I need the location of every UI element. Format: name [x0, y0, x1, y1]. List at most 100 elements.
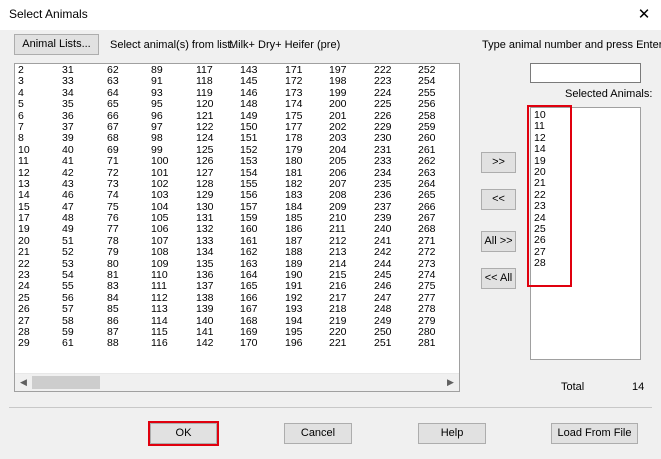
- animal-list-item[interactable]: 251: [374, 337, 414, 349]
- animal-list-item[interactable]: 4: [18, 87, 58, 99]
- animal-list-item[interactable]: 108: [151, 246, 191, 258]
- animal-list-item[interactable]: 129: [196, 189, 236, 201]
- animal-list-item[interactable]: 167: [240, 303, 280, 315]
- animal-list-item[interactable]: 196: [285, 337, 325, 349]
- animal-list-item[interactable]: 180: [285, 155, 325, 167]
- ok-highlight-box: [148, 421, 219, 446]
- animal-list-item[interactable]: 6: [18, 110, 58, 122]
- animal-list-item[interactable]: 85: [107, 303, 147, 315]
- animal-list-item[interactable]: 71: [107, 155, 147, 167]
- animal-list-item[interactable]: 103: [151, 189, 191, 201]
- animal-list-item[interactable]: 139: [196, 303, 236, 315]
- animal-list-item[interactable]: 272: [418, 246, 458, 258]
- close-icon[interactable]: ✕: [627, 0, 661, 30]
- animal-list-item[interactable]: 233: [374, 155, 414, 167]
- animal-list-item[interactable]: 242: [374, 246, 414, 258]
- animal-list-item[interactable]: 205: [329, 155, 369, 167]
- animal-list-item[interactable]: 162: [240, 246, 280, 258]
- title-bar: Select Animals ✕: [0, 0, 661, 30]
- cancel-button[interactable]: Cancel: [284, 423, 352, 444]
- scroll-thumb[interactable]: [32, 376, 100, 389]
- remove-all-button[interactable]: << All: [481, 268, 516, 289]
- animal-list-item[interactable]: 281: [418, 337, 458, 349]
- animal-list-item[interactable]: 221: [329, 337, 369, 349]
- select-from-label: Select animal(s) from list:: [110, 39, 234, 51]
- horizontal-scrollbar[interactable]: ◀ ▶: [15, 373, 459, 391]
- animal-list-item[interactable]: 208: [329, 189, 369, 201]
- animal-list-item[interactable]: 248: [374, 303, 414, 315]
- animal-column: 222 223 224 225 226 229 230 231 233 234 235 236 237 2…: [374, 64, 414, 350]
- animal-list-item[interactable]: 5: [18, 98, 58, 110]
- animal-column: 62 63 64 65 66 67 68 69 71 72 73 74 75 76 77 78 79 80 81 83…: [107, 64, 147, 350]
- animal-lists-button[interactable]: Animal Lists...: [14, 34, 99, 55]
- animal-list-item[interactable]: 134: [196, 246, 236, 258]
- animal-list-item[interactable]: 142: [196, 337, 236, 349]
- animal-list-item[interactable]: 26: [18, 303, 58, 315]
- animal-list-item[interactable]: 2: [18, 64, 58, 76]
- help-button[interactable]: Help: [418, 423, 486, 444]
- animal-column: 171 172 173 174 175 177 178 179 180 181 182 183 184 1…: [285, 64, 325, 350]
- animal-list-item[interactable]: 52: [62, 246, 102, 258]
- load-from-file-button[interactable]: Load From File: [551, 423, 638, 444]
- add-selected-button[interactable]: >>: [481, 152, 516, 173]
- animal-list-item[interactable]: 262: [418, 155, 458, 167]
- animal-list-item[interactable]: 126: [196, 155, 236, 167]
- animal-list-item[interactable]: 7: [18, 121, 58, 133]
- animal-list-item[interactable]: 256: [418, 98, 458, 110]
- animal-list-item[interactable]: 188: [285, 246, 325, 258]
- animal-list-item[interactable]: 41: [62, 155, 102, 167]
- animal-list-item[interactable]: 183: [285, 189, 325, 201]
- animal-column: 117 118 119 120 121 122 124 125 126 127 128 129 130 1…: [196, 64, 236, 350]
- animal-list-item[interactable]: 88: [107, 337, 147, 349]
- animal-list-item[interactable]: 95: [151, 98, 191, 110]
- total-label: Total: [561, 381, 585, 393]
- animal-list-item[interactable]: 116: [151, 337, 191, 349]
- animal-list-item[interactable]: 57: [62, 303, 102, 315]
- divider: [9, 407, 652, 408]
- animal-list-item[interactable]: 113: [151, 303, 191, 315]
- animal-column: 252 254 255 256 258 259 260 261 262 263 264 265 266 2…: [418, 64, 458, 350]
- animal-list-item[interactable]: 21: [18, 246, 58, 258]
- list-name: Milk+ Dry+ Heifer (pre): [229, 39, 341, 51]
- scroll-left-icon[interactable]: ◀: [15, 374, 32, 391]
- animal-list-item[interactable]: 236: [374, 189, 414, 201]
- animals-listbox[interactable]: 2 3 4 5 6 7 8 10 11 12 13 14 15 17 19 20 21 22 23 24 25 26 27 2…: [14, 63, 460, 392]
- animal-number-input[interactable]: [530, 63, 641, 83]
- remove-selected-button[interactable]: <<: [481, 189, 516, 210]
- animal-list-item[interactable]: 213: [329, 246, 369, 258]
- animal-list-item[interactable]: 3: [18, 75, 58, 87]
- animal-list-item[interactable]: 225: [374, 98, 414, 110]
- animal-column: 89 91 93 95 96 97 98 99 100 101 102 103 104 105 106 107…: [151, 64, 191, 350]
- animal-list-item[interactable]: 46: [62, 189, 102, 201]
- animal-list-item[interactable]: 35: [62, 98, 102, 110]
- selected-highlight-box: [527, 105, 572, 287]
- animal-list-item[interactable]: 14: [18, 189, 58, 201]
- animal-column: 143 145 146 148 149 150 151 152 153 154 155 156 157 1…: [240, 64, 280, 350]
- animal-list-item[interactable]: 11: [18, 155, 58, 167]
- animal-list-item[interactable]: 193: [285, 303, 325, 315]
- selected-animals-label: Selected Animals:: [565, 88, 653, 100]
- animal-list-item[interactable]: 148: [240, 98, 280, 110]
- animal-list-item[interactable]: 200: [329, 98, 369, 110]
- animal-list-item[interactable]: 156: [240, 189, 280, 201]
- animal-list-item[interactable]: 120: [196, 98, 236, 110]
- add-all-button[interactable]: All >>: [481, 231, 516, 252]
- animal-list-item[interactable]: 218: [329, 303, 369, 315]
- animal-list-item[interactable]: 174: [285, 98, 325, 110]
- animal-list-item[interactable]: 29: [18, 337, 58, 349]
- animal-list-item[interactable]: 100: [151, 155, 191, 167]
- animal-column: 31 33 34 35 36 37 39 40 41 42 43 46 47 48 49 51 52 53 54 55…: [62, 64, 102, 350]
- window-title: Select Animals: [9, 7, 88, 21]
- total-value: 14: [632, 381, 645, 393]
- animal-list-item[interactable]: 153: [240, 155, 280, 167]
- animal-list-item[interactable]: 74: [107, 189, 147, 201]
- animal-column: 2 3 4 5 6 7 8 10 11 12 13 14 15 17 19 20 21 22 23 24 25 26 27 2…: [18, 64, 58, 350]
- scroll-right-icon[interactable]: ▶: [442, 374, 459, 391]
- type-prompt-label: Type animal number and press Enter: [482, 39, 661, 51]
- animal-list-item[interactable]: 61: [62, 337, 102, 349]
- animal-list-item[interactable]: 170: [240, 337, 280, 349]
- animal-list-item[interactable]: 79: [107, 246, 147, 258]
- animal-list-item[interactable]: 65: [107, 98, 147, 110]
- animal-list-item[interactable]: 265: [418, 189, 458, 201]
- animal-list-item[interactable]: 278: [418, 303, 458, 315]
